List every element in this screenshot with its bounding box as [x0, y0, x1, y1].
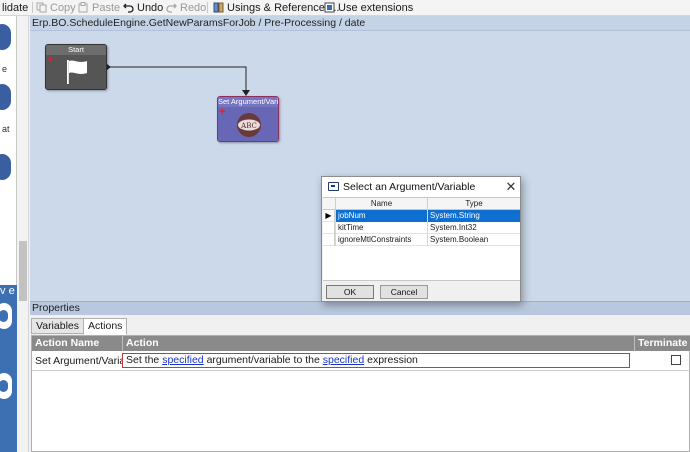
column-header-type[interactable]: Type	[427, 198, 520, 210]
dock-text: e	[2, 64, 8, 74]
variable-name-cell[interactable]: kitTime	[335, 222, 427, 234]
flag-icon	[67, 60, 87, 84]
table-row[interactable]: ignoreMtlConstraints System.Boolean	[323, 234, 520, 246]
abc-icon-text: ABC	[240, 122, 257, 130]
properties-title: Properties	[30, 301, 690, 315]
copy-icon	[36, 2, 47, 13]
references-icon	[213, 2, 224, 13]
ok-button[interactable]: OK	[326, 285, 374, 299]
variable-type-cell[interactable]: System.Boolean	[427, 234, 520, 246]
variable-name-cell[interactable]: ignoreMtlConstraints	[335, 234, 427, 246]
dock-action-icon[interactable]	[0, 303, 12, 329]
undo-button[interactable]: Undo	[123, 0, 163, 15]
redo-button[interactable]: Redo	[166, 0, 206, 15]
extensions-icon	[324, 2, 335, 13]
grid-header: Name Type	[323, 198, 520, 210]
usings-references-button[interactable]: Usings & References...	[213, 0, 340, 15]
table-row[interactable]: kitTime System.Int32	[323, 222, 520, 234]
dialog-titlebar[interactable]: Select an Argument/Variable ✕	[322, 177, 520, 197]
current-row-indicator-icon: ▶	[323, 210, 335, 222]
variable-name-cell[interactable]: jobNum	[335, 210, 427, 222]
undo-label: Undo	[137, 1, 164, 14]
abc-variable-icon: ABC	[237, 113, 261, 137]
table-row[interactable]: ▶ jobNum System.String	[323, 210, 520, 222]
column-header-name[interactable]: Name	[335, 198, 427, 210]
variable-type-cell[interactable]: System.String	[427, 210, 520, 222]
set-argument-node-label: Set Argument/Vari	[218, 97, 278, 107]
dock-active-section: v e	[0, 285, 17, 452]
dock-scrollbar[interactable]	[17, 16, 29, 452]
dialog-title: Select an Argument/Variable	[343, 181, 476, 193]
row-indicator	[323, 222, 335, 234]
grid-header: Action Name Action Terminate on	[32, 336, 690, 351]
close-icon[interactable]: ✕	[504, 180, 518, 194]
dialog-app-icon	[328, 182, 339, 191]
action-text: argument/variable to the	[203, 354, 323, 366]
paste-button[interactable]: Paste	[78, 0, 120, 15]
use-extensions-button[interactable]: Use extensions	[324, 0, 413, 15]
action-text: Set the	[126, 354, 163, 366]
toolbar-separator	[207, 2, 208, 13]
action-expression-cell[interactable]: Set the specified argument/variable to t…	[122, 353, 630, 368]
paste-icon	[78, 2, 88, 13]
dock-tool-icon[interactable]	[0, 154, 11, 180]
dock-tool-icon[interactable]	[0, 24, 11, 50]
cancel-button[interactable]: Cancel	[380, 285, 428, 299]
tab-variables[interactable]: Variables	[31, 318, 84, 334]
dock-action-icon[interactable]	[0, 373, 12, 399]
row-indicator	[323, 234, 335, 246]
redo-label: Redo	[180, 1, 207, 14]
dock-tool-icon[interactable]	[0, 84, 11, 110]
actions-grid: Action Name Action Terminate on Set Argu…	[31, 335, 690, 452]
undo-icon	[123, 3, 134, 13]
validate-label: lidate	[2, 1, 29, 14]
redo-icon	[166, 3, 177, 13]
action-text: expression	[364, 354, 418, 366]
column-header-action[interactable]: Action	[123, 336, 635, 351]
usings-label: Usings & References...	[227, 1, 340, 14]
start-node[interactable]: Start +	[45, 44, 107, 90]
copy-label: Copy	[50, 1, 76, 14]
action-name-cell[interactable]: Set Argument/Variable 0	[32, 351, 122, 371]
table-row[interactable]: Set Argument/Variable 0 Set the specifie…	[32, 351, 690, 371]
flow-connector	[110, 66, 247, 91]
copy-button[interactable]: Copy	[36, 0, 76, 15]
validate-button[interactable]: lidate	[2, 0, 28, 15]
expand-plus-icon[interactable]: +	[219, 107, 225, 118]
column-header-terminate[interactable]: Terminate on	[635, 336, 690, 351]
tab-actions[interactable]: Actions	[83, 318, 128, 335]
extensions-label: Use extensions	[338, 1, 414, 14]
start-node-label: Start	[46, 45, 106, 55]
dock-text: v	[0, 285, 6, 297]
select-argument-dialog: Select an Argument/Variable ✕ Name Type …	[321, 176, 521, 302]
dock-text: at	[2, 124, 10, 134]
top-toolbar: lidate Copy Paste Undo Redo Usings & Ref…	[0, 0, 690, 16]
specified-target-link[interactable]: specified	[162, 354, 203, 366]
connector-start-marker	[107, 64, 111, 70]
toolbar-separator	[32, 2, 33, 13]
properties-panel: Properties Variables Actions Action Name…	[30, 301, 690, 452]
paste-label: Paste	[92, 1, 121, 14]
scrollbar-thumb[interactable]	[19, 241, 27, 301]
specified-expression-link[interactable]: specified	[323, 354, 364, 366]
variable-type-cell[interactable]: System.Int32	[427, 222, 520, 234]
column-header-action-name[interactable]: Action Name	[32, 336, 123, 351]
expand-plus-icon[interactable]: +	[47, 55, 53, 66]
properties-tabs: Variables Actions	[31, 318, 128, 335]
dock-text: e	[8, 285, 15, 297]
terminate-checkbox[interactable]	[671, 355, 681, 365]
variables-grid: Name Type ▶ jobNum System.String kitTime…	[323, 197, 520, 281]
set-argument-node[interactable]: Set Argument/Vari + ABC	[217, 96, 279, 142]
